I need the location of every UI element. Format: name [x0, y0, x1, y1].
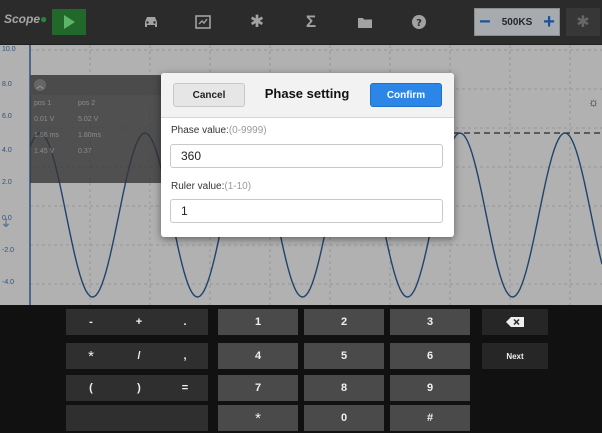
bulb-icon[interactable]: ☼	[588, 95, 599, 109]
y-tick: -2.0	[2, 247, 15, 254]
y-tick: 10.0	[2, 46, 16, 53]
measurement-table: ︿ pos 1 pos 2 0.01 V 5.02 V 1.56 ms 1.80ms …	[30, 75, 170, 183]
key-equals[interactable]: =	[162, 375, 208, 401]
key-multiply[interactable]: *	[66, 343, 116, 369]
key-star[interactable]: *	[218, 405, 298, 431]
key-hash[interactable]: #	[390, 405, 470, 431]
phase-value-input[interactable]: 360	[170, 144, 443, 168]
phase-value-label: Phase value:(0-9999)	[171, 125, 267, 136]
ruler-value-label: Ruler value:(1-10)	[171, 181, 252, 192]
folder-icon[interactable]	[350, 8, 380, 36]
y-tick: 4.0	[2, 147, 12, 154]
ground-marker-icon[interactable]: ⏚	[1, 215, 11, 230]
key-4[interactable]: 4	[218, 343, 298, 369]
key-7[interactable]: 7	[218, 375, 298, 401]
key-6[interactable]: 6	[390, 343, 470, 369]
key-8[interactable]: 8	[304, 375, 384, 401]
key-dot[interactable]: .	[162, 309, 208, 335]
numeric-keyboard: - + . 1 2 3 * / , 4 5 6 Next ( ) = 7 8 9…	[0, 305, 602, 433]
key-minus[interactable]: -	[66, 309, 116, 335]
key-plus[interactable]: +	[116, 309, 162, 335]
space-key[interactable]	[66, 405, 208, 431]
key-2[interactable]: 2	[304, 309, 384, 335]
backspace-icon	[506, 317, 524, 327]
key-3[interactable]: 3	[390, 309, 470, 335]
cancel-button[interactable]: Cancel	[173, 83, 245, 107]
sigma-icon[interactable]: Σ	[296, 8, 326, 36]
sample-rate-control[interactable]: − 500KS +	[474, 8, 560, 36]
key-divide[interactable]: /	[116, 343, 162, 369]
table-cell: 1.56 ms	[34, 131, 59, 139]
backspace-key[interactable]	[482, 309, 548, 335]
settings-icon[interactable]: ✱	[566, 8, 600, 36]
increase-button[interactable]: +	[543, 12, 555, 32]
decrease-button[interactable]: −	[479, 12, 491, 32]
y-tick: -4.0	[2, 279, 15, 286]
y-tick: 6.0	[2, 113, 12, 120]
gear-icon[interactable]: ✱	[242, 8, 272, 36]
table-cell: 5.02 V	[78, 115, 99, 123]
report-icon[interactable]	[188, 8, 218, 36]
table-cell: 0.37	[78, 147, 92, 155]
top-toolbar: Scope● ✱ Σ ? − 500KS + ✱	[0, 0, 602, 45]
collapse-icon[interactable]: ︿	[34, 79, 46, 91]
table-cell: 1.80ms	[78, 131, 101, 139]
table-header: pos 1	[34, 99, 52, 107]
play-button[interactable]	[52, 9, 86, 35]
key-1[interactable]: 1	[218, 309, 298, 335]
ruler-value-input[interactable]: 1	[170, 199, 443, 223]
table-cell: 0.01 V	[34, 115, 55, 123]
key-open-paren[interactable]: (	[66, 375, 116, 401]
key-comma[interactable]: ,	[162, 343, 208, 369]
key-0[interactable]: 0	[304, 405, 384, 431]
confirm-button[interactable]: Confirm	[370, 83, 442, 107]
key-5[interactable]: 5	[304, 343, 384, 369]
dialog-title: Phase setting	[264, 86, 350, 101]
table-cell: 1.45 V	[34, 147, 55, 155]
scope-logo: Scope●	[4, 12, 48, 26]
phase-setting-dialog: Cancel Phase setting Confirm Phase value…	[161, 73, 454, 237]
table-header: pos 2	[78, 99, 96, 107]
svg-text:?: ?	[416, 18, 422, 29]
y-tick: 2.0	[2, 179, 12, 186]
car-icon[interactable]	[136, 8, 166, 36]
dialog-header: Cancel Phase setting Confirm	[161, 73, 454, 118]
help-icon[interactable]: ?	[404, 8, 434, 36]
next-key[interactable]: Next	[482, 343, 548, 369]
key-9[interactable]: 9	[390, 375, 470, 401]
y-tick: 8.0	[2, 81, 12, 88]
key-close-paren[interactable]: )	[116, 375, 162, 401]
sample-rate-value: 500KS	[501, 16, 533, 28]
